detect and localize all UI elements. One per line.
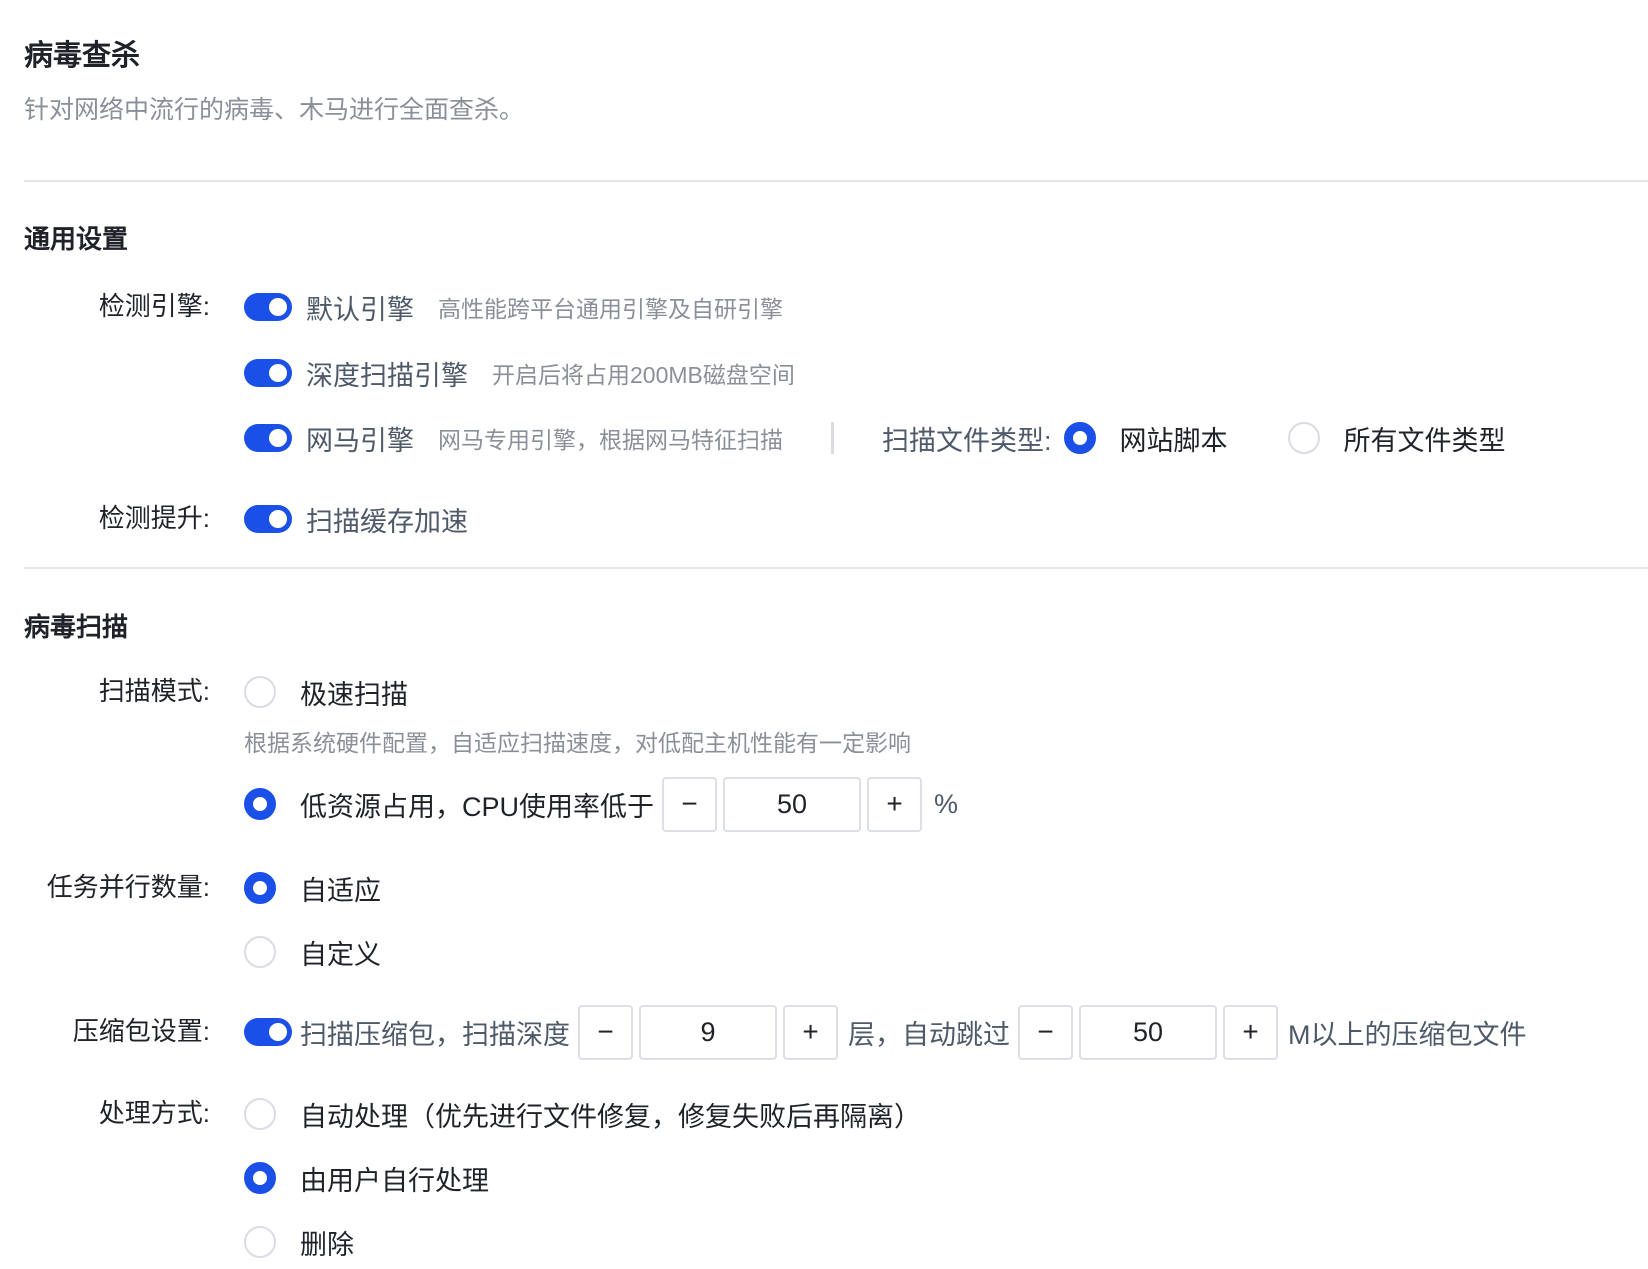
size-input[interactable]: 50 <box>1079 1004 1217 1060</box>
page-title: 病毒查杀 <box>24 40 141 72</box>
handle-label: 处理方式: <box>98 1098 210 1128</box>
depth-increment-button[interactable]: + <box>783 1004 838 1060</box>
size-increment-button[interactable]: + <box>1223 1004 1278 1060</box>
scan-mode-fast-label: 极速扫描 <box>300 679 408 710</box>
scan-mode-low: 低资源占用，CPU使用率低于 − 50 + % <box>244 776 959 832</box>
engine-desc: 网马专用引擎，根据网马特征扫描 <box>438 427 783 453</box>
cpu-limit-input[interactable]: 50 <box>723 776 862 832</box>
divider <box>24 567 1648 569</box>
archive-text: 层，自动跳过 <box>848 1019 1010 1050</box>
engine-name: 默认引擎 <box>306 294 414 325</box>
boost-label: 检测提升: <box>98 503 210 533</box>
handle-delete-label: 删除 <box>300 1229 354 1260</box>
cpu-unit: % <box>934 788 959 819</box>
handle-user-radio[interactable] <box>244 1162 276 1194</box>
engine-name: 深度扫描引擎 <box>306 360 468 391</box>
engine-label: 检测引擎: <box>98 291 210 321</box>
engine-desc: 高性能跨平台通用引擎及自研引擎 <box>438 296 783 322</box>
scan-mode-label: 扫描模式: <box>98 676 210 706</box>
engine-desc: 开启后将占用200MB磁盘空间 <box>492 362 795 388</box>
cpu-decrement-button[interactable]: − <box>662 776 718 832</box>
file-type-all-radio[interactable] <box>1287 422 1320 454</box>
page-subtitle: 针对网络中流行的病毒、木马进行全面查杀。 <box>24 96 525 124</box>
file-type-script-radio[interactable] <box>1063 422 1096 454</box>
parallel-custom-label: 自定义 <box>300 939 381 970</box>
parallel-adaptive[interactable]: 自适应 <box>244 868 381 908</box>
handle-user[interactable]: 由用户自行处理 <box>244 1158 489 1198</box>
handle-delete-radio[interactable] <box>244 1226 276 1258</box>
parallel-custom[interactable]: 自定义 <box>244 932 381 972</box>
engine-webshell-toggle[interactable] <box>244 424 292 452</box>
handle-auto-radio[interactable] <box>244 1098 276 1130</box>
file-type-all-label: 所有文件类型 <box>1343 425 1506 456</box>
file-type-label: 扫描文件类型: <box>882 425 1052 456</box>
archive-text: M以上的压缩包文件 <box>1288 1019 1527 1050</box>
scan-mode-fast-hint: 根据系统硬件配置，自适应扫描速度，对低配主机性能有一定影响 <box>244 730 911 756</box>
scan-mode-fast-radio[interactable] <box>244 676 276 708</box>
engine-default-row: 默认引擎 高性能跨平台通用引擎及自研引擎 <box>244 287 783 327</box>
engine-deep-row: 深度扫描引擎 开启后将占用200MB磁盘空间 <box>244 353 795 393</box>
scan-cache-label: 扫描缓存加速 <box>306 506 468 537</box>
parallel-adaptive-label: 自适应 <box>300 875 381 906</box>
archive-scan-toggle[interactable] <box>244 1018 292 1046</box>
separator <box>831 422 834 454</box>
handle-user-label: 由用户自行处理 <box>300 1165 489 1196</box>
handle-delete[interactable]: 删除 <box>244 1222 354 1262</box>
boost-row: 扫描缓存加速 <box>244 499 468 539</box>
parallel-label: 任务并行数量: <box>46 872 210 902</box>
scan-mode-fast[interactable]: 极速扫描 <box>244 672 408 712</box>
size-decrement-button[interactable]: − <box>1018 1004 1073 1060</box>
engine-name: 网马引擎 <box>306 425 414 456</box>
file-type-script-label: 网站脚本 <box>1119 425 1228 456</box>
depth-decrement-button[interactable]: − <box>578 1004 633 1060</box>
parallel-adaptive-radio[interactable] <box>244 872 276 904</box>
scan-mode-low-label: 低资源占用，CPU使用率低于 <box>300 791 655 822</box>
handle-auto[interactable]: 自动处理（优先进行文件修复，修复失败后再隔离） <box>244 1094 921 1134</box>
depth-input[interactable]: 9 <box>639 1004 777 1060</box>
archive-text: 扫描压缩包，扫描深度 <box>300 1019 570 1050</box>
cpu-increment-button[interactable]: + <box>867 776 923 832</box>
parallel-custom-radio[interactable] <box>244 936 276 968</box>
scan-cache-toggle[interactable] <box>244 505 292 533</box>
archive-row: 扫描压缩包，扫描深度 − 9 + 层，自动跳过 − 50 + M以上的压缩包文件 <box>244 1004 1527 1060</box>
section-general-title: 通用设置 <box>24 224 129 254</box>
archive-label: 压缩包设置: <box>72 1016 210 1046</box>
section-scan-title: 病毒扫描 <box>24 612 129 642</box>
divider <box>24 180 1648 182</box>
engine-deep-toggle[interactable] <box>244 359 292 387</box>
scan-mode-low-radio[interactable] <box>244 788 276 820</box>
engine-webshell-row: 网马引擎 网马专用引擎，根据网马特征扫描 扫描文件类型: 网站脚本 所有文件类型 <box>244 418 1506 458</box>
handle-auto-label: 自动处理（优先进行文件修复，修复失败后再隔离） <box>300 1101 921 1132</box>
engine-default-toggle[interactable] <box>244 293 292 321</box>
